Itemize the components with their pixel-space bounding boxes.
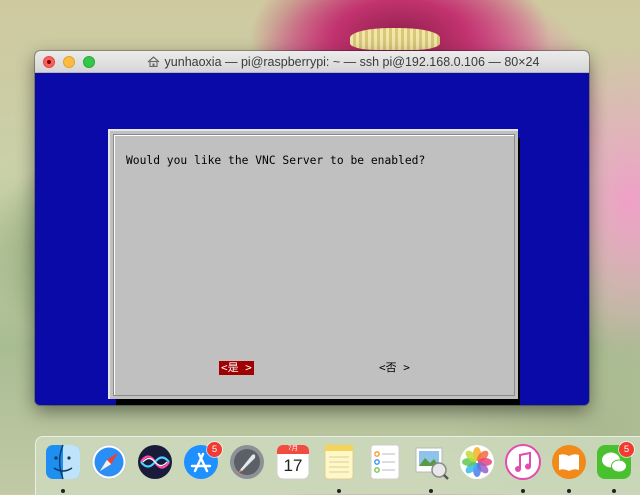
preview-icon[interactable]: [412, 443, 450, 481]
minimize-button[interactable]: [63, 56, 75, 68]
launchpad-icon[interactable]: [228, 443, 266, 481]
close-button[interactable]: [43, 56, 55, 68]
itunes-running-indicator: [521, 489, 525, 493]
photos-icon[interactable]: [458, 443, 496, 481]
flower-stamen: [350, 28, 440, 50]
reminders-icon[interactable]: [366, 443, 404, 481]
calendar-icon[interactable]: 7月 17: [274, 443, 312, 481]
wechat-running-indicator: [612, 489, 616, 493]
siri-icon[interactable]: [136, 443, 174, 481]
terminal-window[interactable]: yunhaoxia — pi@raspberrypi: ~ — ssh pi@1…: [35, 51, 589, 405]
app-store-badge: 5: [207, 442, 222, 457]
notes-icon[interactable]: [320, 443, 358, 481]
notes-running-indicator: [337, 489, 341, 493]
calendar-day: 17: [283, 456, 303, 475]
preview-running-indicator: [429, 489, 433, 493]
terminal-content[interactable]: Would you like the VNC Server to be enab…: [35, 73, 589, 405]
window-title-area: yunhaoxia — pi@raspberrypi: ~ — ssh pi@1…: [107, 51, 579, 72]
itunes-icon[interactable]: [504, 443, 542, 481]
finder-icon[interactable]: [44, 443, 82, 481]
home-icon: [147, 56, 159, 67]
safari-icon[interactable]: [90, 443, 128, 481]
no-button[interactable]: <否 >: [377, 361, 412, 375]
dialog-frame: Would you like the VNC Server to be enab…: [113, 134, 515, 396]
whiptail-dialog: Would you like the VNC Server to be enab…: [108, 129, 518, 399]
wechat-badge: 5: [619, 442, 634, 457]
zoom-button[interactable]: [83, 56, 95, 68]
ibooks-running-indicator: [567, 489, 571, 493]
yes-button[interactable]: <是 >: [219, 361, 254, 375]
calendar-month: 7月: [287, 445, 299, 452]
ibooks-icon[interactable]: [550, 443, 588, 481]
finder-running-indicator: [61, 489, 65, 493]
window-title: yunhaoxia — pi@raspberrypi: ~ — ssh pi@1…: [164, 54, 540, 69]
title-bar[interactable]: yunhaoxia — pi@raspberrypi: ~ — ssh pi@1…: [35, 51, 589, 73]
dialog-prompt: Would you like the VNC Server to be enab…: [126, 154, 426, 167]
